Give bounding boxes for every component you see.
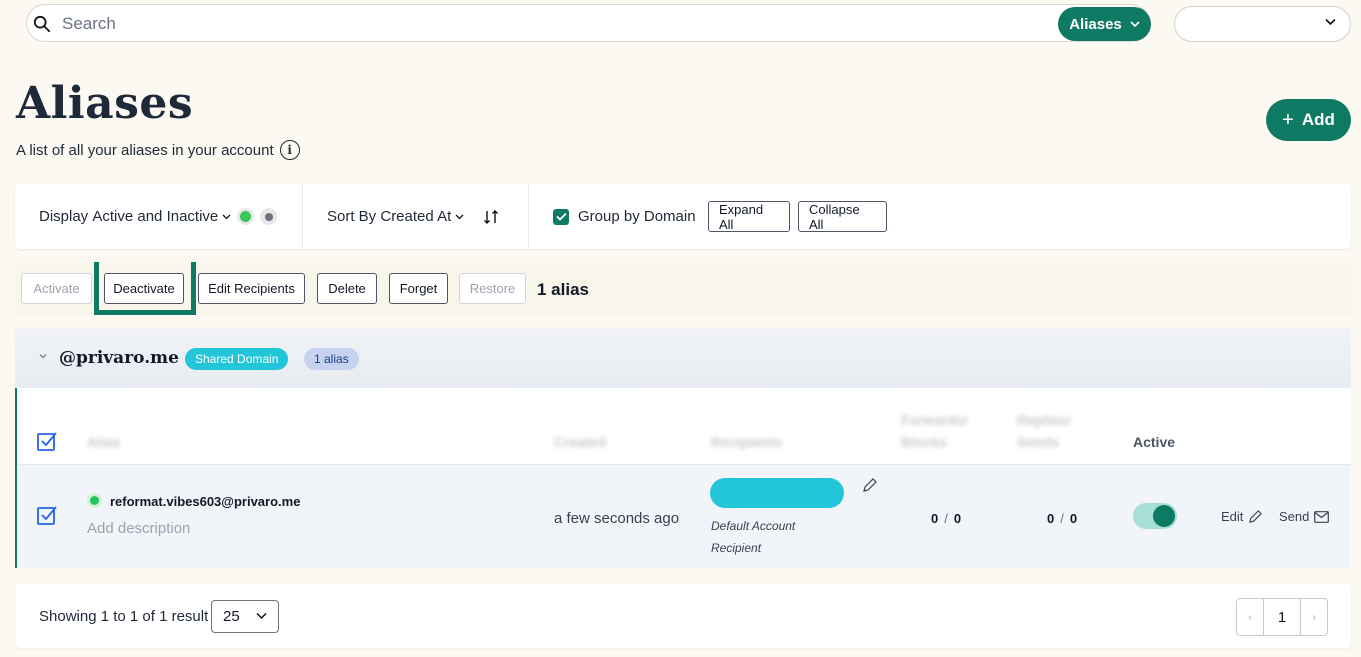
pencil-icon[interactable]: [862, 477, 878, 493]
recipient-pill[interactable]: [710, 478, 844, 508]
send-label: Send: [1279, 509, 1310, 524]
delete-button[interactable]: Delete: [317, 273, 377, 304]
search-input[interactable]: [62, 13, 962, 35]
checkmark-icon: [555, 212, 567, 221]
chevron-down-icon: [1130, 20, 1140, 27]
row-checkbox[interactable]: [37, 505, 57, 525]
pager: ‹ 1 ›: [1236, 598, 1328, 636]
replies-count: 0: [1047, 511, 1055, 526]
inactive-status-indicator: [260, 208, 278, 225]
add-alias-button[interactable]: + Add: [1266, 99, 1351, 141]
chevron-down-icon: [455, 214, 464, 219]
column-header-recipients[interactable]: Recipients: [711, 434, 782, 450]
table-row: reformat.vibes603@privaro.me Add descrip…: [17, 465, 1351, 568]
page-title: Aliases: [16, 78, 194, 129]
selected-count: 1 alias: [537, 280, 589, 299]
shared-domain-badge: Shared Domain: [185, 348, 289, 370]
collapse-all-button[interactable]: Collapse All: [798, 201, 887, 232]
chevron-down-icon[interactable]: [39, 353, 47, 359]
blocks-count: 0: [953, 511, 962, 526]
group-by-domain-label: Group by Domain: [578, 208, 696, 225]
search-scope-label: Aliases: [1069, 15, 1122, 33]
sort-by-dropdown[interactable]: Sort By Created At: [327, 184, 464, 249]
page-number-1[interactable]: 1: [1263, 599, 1301, 635]
plus-icon: +: [1282, 108, 1294, 131]
sort-direction-icon: [484, 209, 498, 224]
column-header-sends: Sends: [1017, 434, 1060, 450]
edit-recipients-button[interactable]: Edit Recipients: [198, 273, 305, 304]
results-summary: Showing 1 to 1 of 1 result: [39, 608, 209, 625]
pencil-icon: [1249, 510, 1263, 523]
search-box[interactable]: Aliases: [26, 4, 1151, 42]
active-toggle[interactable]: [1133, 503, 1177, 529]
envelope-icon: [1314, 510, 1330, 523]
stat-separator: /: [944, 511, 948, 526]
alias-description[interactable]: Add description: [87, 520, 190, 537]
column-header-blocks: Blocks: [901, 434, 947, 450]
column-header-forwards[interactable]: Forwards/: [901, 412, 968, 428]
aliases-table: Alias Created Recipients Forwards/ Block…: [15, 388, 1351, 568]
column-header-created[interactable]: Created: [554, 434, 606, 450]
edit-alias-link[interactable]: Edit: [1221, 509, 1263, 524]
filter-bar: Display Active and Inactive Sort By Crea…: [15, 184, 1351, 249]
column-header-replies[interactable]: Replies/: [1017, 412, 1071, 428]
stat-separator: /: [1060, 511, 1064, 526]
active-status-indicator: [237, 208, 255, 225]
pagination-footer: Showing 1 to 1 of 1 result 25 ‹ 1 ›: [15, 584, 1351, 648]
chevron-down-icon: [1325, 18, 1336, 26]
search-icon: [33, 15, 51, 33]
send-from-alias-link[interactable]: Send: [1279, 509, 1330, 524]
column-header-alias[interactable]: Alias: [87, 434, 120, 450]
page-subtitle-text: A list of all your aliases in your accou…: [16, 141, 274, 159]
replies-sends: 0 / 0: [1047, 511, 1077, 526]
forget-button[interactable]: Forget: [389, 273, 448, 304]
table-header: Alias Created Recipients Forwards/ Block…: [17, 388, 1351, 465]
info-icon[interactable]: i: [279, 140, 300, 160]
edit-label: Edit: [1221, 509, 1244, 524]
per-page-value: 25: [223, 608, 240, 625]
display-filter-label: Display: [39, 208, 89, 225]
activate-button[interactable]: Activate: [21, 273, 92, 304]
created-time: a few seconds ago: [554, 510, 680, 527]
sort-by-label: Sort By: [327, 208, 377, 225]
display-filter[interactable]: Display Active and Inactive: [39, 184, 278, 249]
domain-group-header[interactable]: @privaro.me Shared Domain 1 alias: [15, 328, 1351, 388]
sends-count: 0: [1069, 511, 1078, 526]
group-by-domain-checkbox[interactable]: [553, 208, 569, 225]
account-select[interactable]: [1174, 6, 1351, 42]
display-filter-value: Active and Inactive: [92, 208, 219, 225]
add-alias-label: Add: [1301, 110, 1335, 129]
sort-direction-button[interactable]: [483, 184, 499, 249]
column-header-active[interactable]: Active: [1133, 434, 1175, 450]
restore-button[interactable]: Restore: [459, 273, 526, 304]
prev-page-button[interactable]: ‹: [1237, 599, 1263, 635]
sort-by-value: Created At: [380, 208, 452, 225]
top-search-bar: Aliases: [26, 4, 1151, 42]
page-subtitle: A list of all your aliases in your accou…: [16, 140, 300, 160]
active-status-dot: [87, 493, 102, 508]
alias-email[interactable]: reformat.vibes603@privaro.me: [110, 494, 300, 509]
forwards-count: 0: [931, 511, 939, 526]
alias-count-badge: 1 alias: [304, 348, 359, 370]
deactivate-button[interactable]: Deactivate: [104, 273, 184, 304]
forwards-blocks: 0 / 0: [931, 511, 961, 526]
chevron-down-icon: [256, 612, 267, 620]
domain-name: @privaro.me: [59, 348, 179, 368]
select-all-checkbox[interactable]: [37, 431, 57, 451]
next-page-button[interactable]: ›: [1301, 599, 1327, 635]
bulk-action-bar: Activate Edit Recipients Delete Forget R…: [15, 264, 1351, 314]
per-page-select[interactable]: 25: [211, 600, 279, 633]
chevron-down-icon: [222, 214, 231, 219]
search-scope-dropdown[interactable]: Aliases: [1058, 7, 1151, 41]
expand-all-button[interactable]: Expand All: [708, 201, 790, 232]
group-by-domain-toggle[interactable]: Group by Domain: [553, 184, 696, 249]
default-recipient-note: Default Account Recipient: [711, 519, 796, 555]
